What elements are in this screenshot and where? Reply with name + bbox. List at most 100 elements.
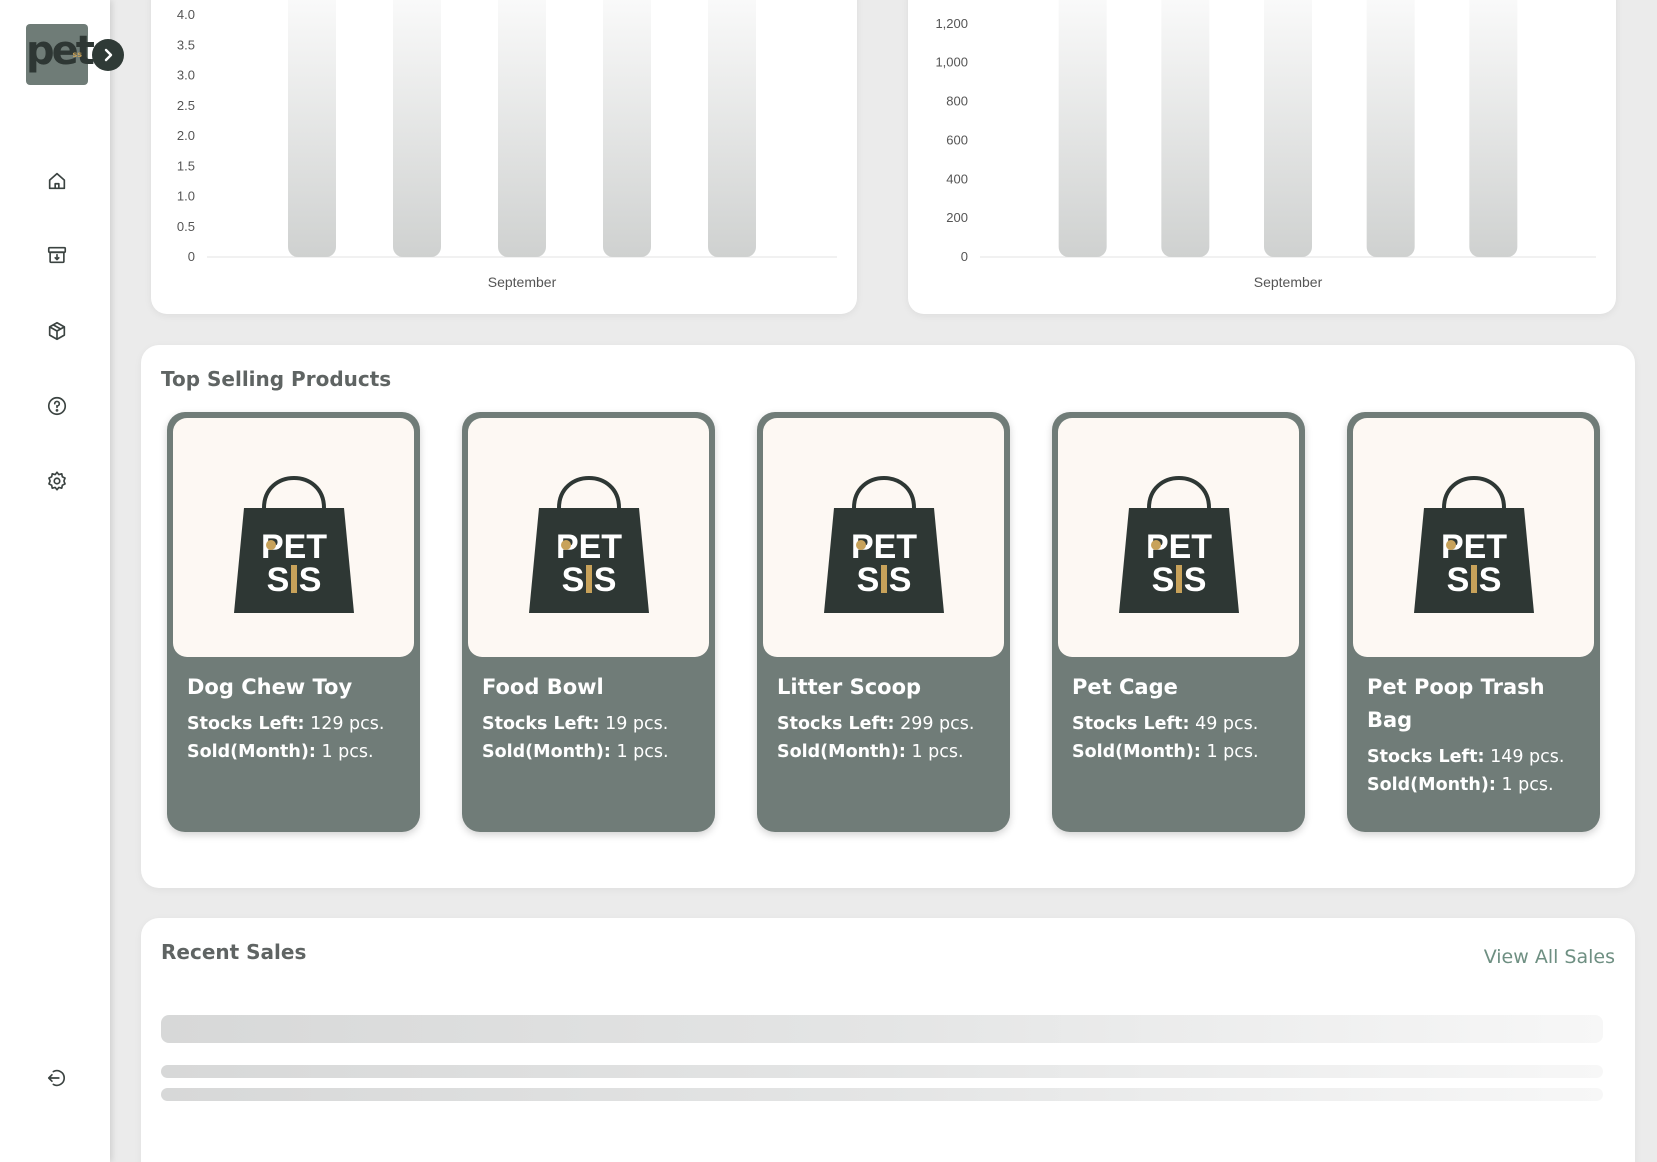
shopping-bag-icon: PET SIS bbox=[528, 475, 649, 613]
product-stocks: Stocks Left: 129 pcs. bbox=[187, 710, 414, 738]
loading-bar bbox=[1264, 0, 1312, 257]
logo-sub: ss bbox=[72, 50, 82, 59]
sold-value: 1 pcs. bbox=[1501, 775, 1554, 795]
product-image: PET SIS bbox=[468, 418, 709, 657]
y-tick-label: 800 bbox=[946, 94, 968, 109]
y-tick-label: 200 bbox=[946, 210, 968, 225]
y-tick-label: 600 bbox=[946, 132, 968, 147]
product-name: Litter Scoop bbox=[777, 675, 922, 699]
product-sold: Sold(Month): 1 pcs. bbox=[1367, 771, 1594, 799]
product-sold: Sold(Month): 1 pcs. bbox=[482, 738, 709, 766]
shopping-bag-icon: PET SIS bbox=[1413, 475, 1534, 613]
chart-2: 02004006008001,0001,2001,400September bbox=[935, 0, 1596, 290]
sold-label: Sold(Month): bbox=[1072, 742, 1201, 762]
stocks-label: Stocks Left: bbox=[1072, 714, 1190, 734]
loading-bar bbox=[498, 0, 546, 257]
loading-bar bbox=[1366, 0, 1415, 257]
sold-value: 1 pcs. bbox=[1206, 742, 1259, 762]
product-list: PET SIS Dog Chew Toy Stocks Left: 129 pc… bbox=[167, 412, 1600, 832]
sold-label: Sold(Month): bbox=[187, 742, 316, 762]
y-tick-label: 1,200 bbox=[935, 16, 968, 31]
y-tick-label: 0.5 bbox=[177, 219, 195, 234]
stocks-label: Stocks Left: bbox=[777, 714, 895, 734]
product-card[interactable]: PET SIS Dog Chew Toy Stocks Left: 129 pc… bbox=[167, 412, 420, 832]
product-name: Pet Cage bbox=[1072, 675, 1178, 699]
product-image: PET SIS bbox=[1353, 418, 1594, 657]
x-axis-label: September bbox=[488, 274, 557, 290]
y-tick-label: 1.0 bbox=[177, 189, 195, 204]
stocks-value: 129 pcs. bbox=[310, 714, 385, 734]
help-icon bbox=[47, 396, 67, 416]
loading-bar bbox=[393, 0, 441, 257]
nav-help[interactable] bbox=[45, 394, 69, 418]
y-tick-label: 1.5 bbox=[177, 158, 195, 173]
product-stocks: Stocks Left: 149 pcs. bbox=[1367, 743, 1594, 771]
logout-icon bbox=[47, 1069, 66, 1087]
y-tick-label: 2.0 bbox=[177, 128, 195, 143]
y-tick-label: 4.0 bbox=[177, 7, 195, 22]
sold-label: Sold(Month): bbox=[777, 742, 906, 762]
y-tick-label: 0 bbox=[961, 249, 968, 264]
x-axis-label: September bbox=[1254, 274, 1323, 290]
stocks-label: Stocks Left: bbox=[187, 714, 305, 734]
y-tick-label: 2.5 bbox=[177, 98, 195, 113]
sold-value: 1 pcs. bbox=[616, 742, 669, 762]
view-all-sales-link[interactable]: View All Sales bbox=[1484, 946, 1615, 968]
loading-bar bbox=[603, 0, 651, 257]
y-tick-label: 0 bbox=[188, 249, 195, 264]
sold-label: Sold(Month): bbox=[482, 742, 611, 762]
product-card[interactable]: PET SIS Litter Scoop Stocks Left: 299 pc… bbox=[757, 412, 1010, 832]
y-tick-label: 1,000 bbox=[935, 55, 968, 70]
product-name: Dog Chew Toy bbox=[187, 675, 353, 699]
logo-text: pet bbox=[26, 28, 95, 74]
main-content: 00.51.01.52.02.53.03.54.04.5September 02… bbox=[110, 0, 1657, 1162]
sold-label: Sold(Month): bbox=[1367, 775, 1496, 795]
shopping-bag-icon: PET SIS bbox=[1118, 475, 1239, 613]
product-card[interactable]: PET SIS Pet Poop Trash Bag Stocks Left: … bbox=[1347, 412, 1600, 832]
loading-bar bbox=[1161, 0, 1210, 257]
product-image: PET SIS bbox=[763, 418, 1004, 657]
sold-value: 1 pcs. bbox=[911, 742, 964, 762]
product-name: Pet Poop Trash Bag bbox=[1367, 675, 1545, 732]
product-name: Food Bowl bbox=[482, 675, 604, 699]
sidebar: pet ss bbox=[0, 0, 124, 1162]
stocks-value: 299 pcs. bbox=[900, 714, 975, 734]
archive-icon bbox=[47, 246, 67, 264]
top-selling-section: Top Selling Products PET SIS Dog Chew To… bbox=[141, 345, 1635, 888]
loading-bar bbox=[1058, 0, 1107, 257]
product-sold: Sold(Month): 1 pcs. bbox=[1072, 738, 1299, 766]
home-icon bbox=[48, 172, 66, 190]
product-card[interactable]: PET SIS Food Bowl Stocks Left: 19 pcs. S… bbox=[462, 412, 715, 832]
loading-skeleton-header bbox=[161, 1015, 1603, 1043]
petsis-logo[interactable]: pet ss bbox=[26, 24, 95, 85]
chart-card-2: 02004006008001,0001,2001,400September bbox=[908, 0, 1616, 314]
nav-products[interactable] bbox=[45, 319, 69, 343]
nav-archive[interactable] bbox=[45, 243, 69, 267]
product-stocks: Stocks Left: 299 pcs. bbox=[777, 710, 1004, 738]
stocks-label: Stocks Left: bbox=[1367, 747, 1485, 767]
product-sold: Sold(Month): 1 pcs. bbox=[187, 738, 414, 766]
shopping-bag-icon: PET SIS bbox=[233, 475, 354, 613]
y-tick-label: 3.5 bbox=[177, 37, 195, 52]
loading-bar bbox=[288, 0, 336, 257]
chart-1: 00.51.01.52.02.53.03.54.04.5September bbox=[177, 0, 837, 290]
recent-sales-section: Recent Sales View All Sales bbox=[141, 918, 1635, 1162]
sold-value: 1 pcs. bbox=[321, 742, 374, 762]
loading-bar bbox=[708, 0, 756, 257]
settings-icon bbox=[48, 471, 66, 491]
nav-settings[interactable] bbox=[45, 469, 69, 493]
product-stocks: Stocks Left: 19 pcs. bbox=[482, 710, 709, 738]
stocks-label: Stocks Left: bbox=[482, 714, 600, 734]
product-image: PET SIS bbox=[1058, 418, 1299, 657]
stocks-value: 49 pcs. bbox=[1195, 714, 1259, 734]
loading-skeleton-row bbox=[161, 1065, 1603, 1078]
product-sold: Sold(Month): 1 pcs. bbox=[777, 738, 1004, 766]
stocks-value: 149 pcs. bbox=[1490, 747, 1565, 767]
nav-home[interactable] bbox=[45, 169, 69, 193]
product-image: PET SIS bbox=[173, 418, 414, 657]
product-card[interactable]: PET SIS Pet Cage Stocks Left: 49 pcs. So… bbox=[1052, 412, 1305, 832]
y-tick-label: 400 bbox=[946, 171, 968, 186]
nav-logout[interactable] bbox=[45, 1066, 69, 1090]
loading-skeleton-row bbox=[161, 1088, 1603, 1101]
shopping-bag-icon: PET SIS bbox=[823, 475, 944, 613]
